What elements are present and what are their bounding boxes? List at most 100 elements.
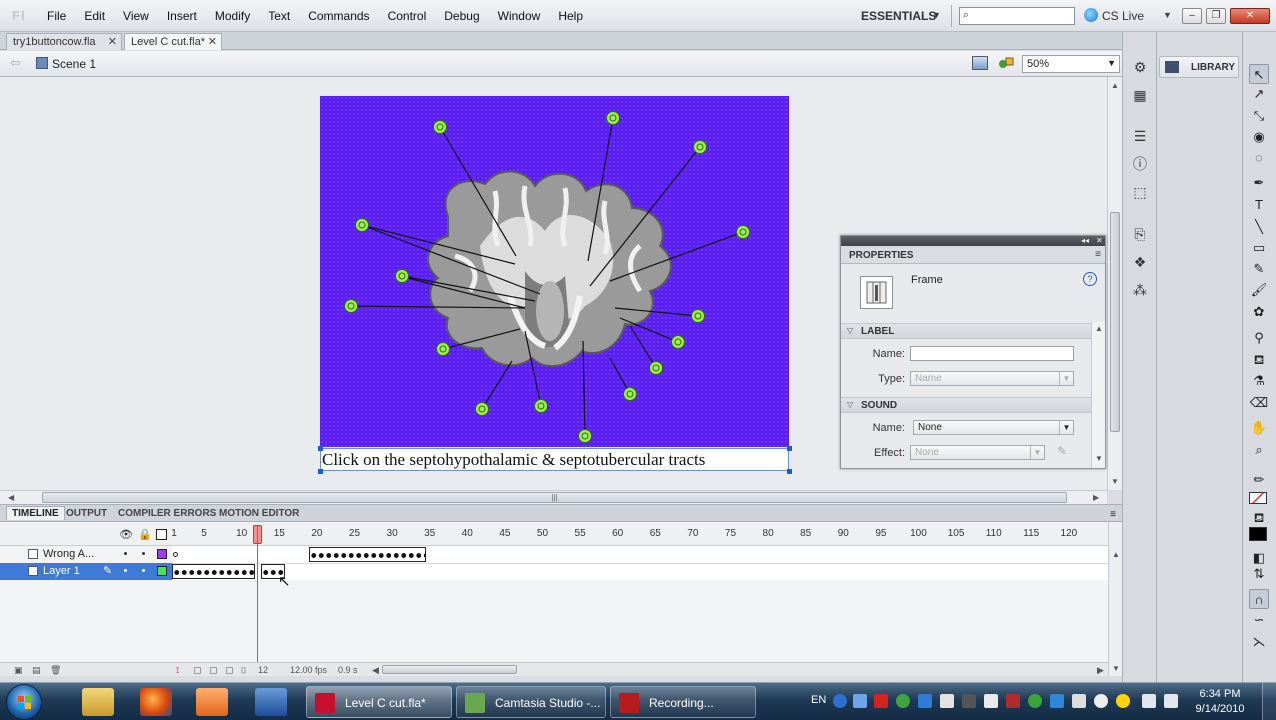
ruler-frame-number[interactable]: 10 [236, 528, 247, 539]
free-transform-tool-icon[interactable]: ⤡ [1249, 106, 1269, 126]
hotspot-button[interactable] [433, 120, 447, 134]
menu-modify[interactable]: Modify [206, 9, 259, 23]
scene-breadcrumb[interactable]: Scene 1 [52, 57, 96, 71]
eraser-tool-icon[interactable]: ⌫ [1249, 393, 1269, 413]
paint-bucket-tool-icon[interactable]: ⛾ [1249, 350, 1269, 370]
scroll-up-icon[interactable]: ▲ [1112, 550, 1120, 559]
brush-tool-icon[interactable]: 🖌 [1249, 280, 1269, 300]
menu-edit[interactable]: Edit [75, 9, 114, 23]
ruler-frame-number[interactable]: 110 [986, 528, 1002, 539]
ruler-frame-number[interactable]: 85 [800, 528, 811, 539]
ruler-frame-number[interactable]: 75 [725, 528, 736, 539]
messenger-tray-icon[interactable] [1116, 694, 1130, 708]
edit-multiple-frames-icon[interactable]: ▢ [225, 665, 234, 676]
media-player-icon[interactable] [196, 688, 228, 716]
ruler-frame-number[interactable]: 120 [1061, 528, 1078, 539]
playhead-line[interactable] [257, 526, 258, 674]
pen-tool-icon[interactable]: ✒ [1249, 173, 1269, 193]
layer-name[interactable]: Wrong A... [43, 548, 94, 560]
scroll-up-icon[interactable]: ▲ [1111, 81, 1119, 90]
volume-icon[interactable] [1164, 694, 1178, 708]
code-snippets-icon[interactable]: ⎘ [1130, 224, 1150, 244]
properties-scrollbar[interactable]: ▲ ▼ [1091, 322, 1105, 468]
eyedropper-tool-icon[interactable]: ⚗ [1249, 371, 1269, 391]
scroll-up-icon[interactable]: ▲ [1095, 324, 1103, 333]
ruler-frame-number[interactable]: 30 [387, 528, 398, 539]
zoom-select[interactable]: 50% ▼ [1022, 55, 1120, 73]
menu-debug[interactable]: Debug [435, 9, 488, 23]
tab-output[interactable]: OUTPUT [61, 507, 112, 520]
ruler-frame-number[interactable]: 80 [763, 528, 774, 539]
usb-tray-icon[interactable] [1072, 694, 1086, 708]
visibility-dot[interactable] [124, 552, 127, 555]
sound-section-header[interactable]: ▽ SOUND [841, 397, 1091, 413]
panel-menu-icon[interactable]: ≡ [1110, 509, 1116, 520]
sound-effect-select[interactable]: None ▼ [910, 445, 1045, 460]
outline-all-icon[interactable] [156, 529, 167, 540]
firefox-icon[interactable] [140, 688, 172, 716]
printer-tray-icon[interactable] [962, 694, 976, 708]
hotspot-button[interactable] [344, 299, 358, 313]
collapse-icon[interactable]: ◂◂ [1081, 236, 1089, 246]
zoom-tool-icon[interactable]: ⌕ [1249, 440, 1269, 460]
alert-tray-icon[interactable] [940, 694, 954, 708]
lasso-tool-icon[interactable]: ◌ [1249, 148, 1269, 168]
properties-tab[interactable]: PROPERTIES ≡ [841, 246, 1105, 264]
edit-pencil-icon[interactable]: ✎ [1057, 444, 1067, 458]
snap-to-objects-icon[interactable]: ∩ [1249, 589, 1269, 609]
back-arrow-icon[interactable]: ⇦ [10, 55, 21, 71]
menu-commands[interactable]: Commands [299, 9, 378, 23]
workspace-switcher[interactable]: ESSENTIALS [861, 9, 936, 23]
tab-motion-editor[interactable]: MOTION EDITOR [214, 507, 304, 520]
empty-keyframe[interactable] [173, 552, 178, 557]
components-icon[interactable]: ❖ [1130, 252, 1150, 272]
stage-horizontal-scrollbar[interactable]: ◀ ||| ▶ [0, 490, 1107, 504]
menu-window[interactable]: Window [489, 9, 550, 23]
hand-tool-icon[interactable]: ✋ [1249, 418, 1269, 438]
bone-tool-icon[interactable]: ⚲ [1249, 328, 1269, 348]
frame-name-field[interactable] [910, 346, 1074, 361]
minimize-button[interactable]: – [1182, 8, 1202, 24]
frames-grid-row[interactable] [172, 563, 1108, 580]
component-inspector-icon[interactable]: ⁂ [1130, 280, 1150, 300]
stroke-color-swatch[interactable] [1249, 492, 1267, 504]
selection-handle[interactable] [318, 469, 323, 474]
selection-handle[interactable] [787, 469, 792, 474]
timeline-vertical-scrollbar[interactable]: ▲ ▼ [1108, 522, 1122, 676]
pencil-tool-icon[interactable]: ✎ [1249, 259, 1269, 279]
modify-onion-markers-icon[interactable]: ⌷ [241, 665, 246, 676]
hotspot-button[interactable] [691, 309, 705, 323]
ruler-frame-number[interactable]: 1 [171, 528, 177, 539]
ruler-frame-number[interactable]: 55 [575, 528, 586, 539]
doc-tab-level-c-cut[interactable]: Level C cut.fla* ✕ [124, 33, 222, 50]
camera-tray-icon[interactable] [1094, 694, 1108, 708]
stage-vertical-scrollbar[interactable]: ▲ ▼ [1107, 77, 1122, 490]
ruler-frame-number[interactable]: 60 [612, 528, 623, 539]
onion-skin-icon[interactable]: ▢ [193, 665, 202, 676]
visibility-dot[interactable] [124, 569, 127, 572]
scroll-down-icon[interactable]: ▼ [1111, 477, 1119, 486]
transform-icon[interactable]: ⬚ [1130, 182, 1150, 202]
menu-insert[interactable]: Insert [158, 9, 206, 23]
chevron-down-icon[interactable]: ▼ [1163, 10, 1172, 20]
tab-compiler-errors[interactable]: COMPILER ERRORS [113, 507, 221, 520]
stroke-color-pencil-icon[interactable]: ✏ [1249, 470, 1269, 490]
hotspot-button[interactable] [671, 335, 685, 349]
lock-dot[interactable] [142, 552, 145, 555]
network-status-icon[interactable] [1142, 694, 1156, 708]
straighten-icon[interactable]: ⋋ [1249, 632, 1269, 652]
fill-color-swatch[interactable] [1249, 527, 1267, 541]
sync-tray-icon[interactable] [1028, 694, 1042, 708]
label-type-select[interactable]: Name ▼ [910, 371, 1074, 386]
ruler-frame-number[interactable]: 70 [687, 528, 698, 539]
scroll-down-icon[interactable]: ▼ [1095, 454, 1103, 463]
selection-tool-icon[interactable]: ↖ [1249, 64, 1269, 84]
timeline-scroll-thumb[interactable] [382, 665, 517, 674]
cs-live-menu[interactable]: CS Live [1102, 9, 1144, 23]
hotspot-button[interactable] [395, 269, 409, 283]
new-layer-icon[interactable]: ▣ [14, 665, 23, 676]
rectangle-tool-icon[interactable]: ▭ [1249, 238, 1269, 258]
ruler-frame-number[interactable]: 105 [948, 528, 965, 539]
keyframe-span-wrong-answers[interactable] [309, 547, 426, 562]
ruler-frame-number[interactable]: 5 [201, 528, 207, 539]
